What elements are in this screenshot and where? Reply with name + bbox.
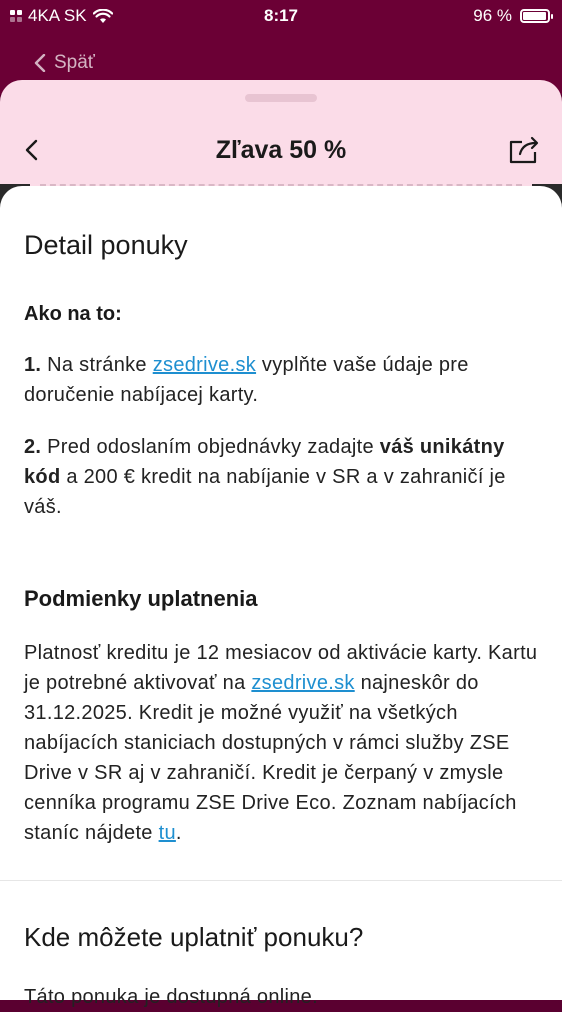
step-2-text-before: Pred odoslaním objednávky zadajte [47,436,374,458]
battery-percent: 96 % [473,6,512,25]
back-label: Späť [54,52,95,73]
conditions-text-2: najneskôr do 31.12.2025. Kredit je možné… [24,672,517,844]
section-divider [0,880,562,881]
sheet-grabber[interactable] [245,94,317,102]
step-1-number: 1. [24,354,42,376]
where-heading: Kde môžete uplatniť ponuku? [24,922,364,952]
status-bar: 4KA SK 8:17 96 % [0,0,562,34]
zsedrive-link[interactable]: zsedrive.sk [153,354,256,376]
stations-link[interactable]: tu [159,822,176,844]
where-text: Táto ponuka je dostupná online. [24,986,318,1008]
conditions-text: Platnosť kreditu je 12 mesiacov od aktiv… [24,638,540,848]
share-button[interactable] [508,134,542,169]
battery-icon [520,9,553,23]
step-2-text-after: a 200 € kredit na nabíjanie v SR a v zah… [24,466,506,518]
offer-detail-card: Detail ponuky Ako na to: 1. Na stránke z… [0,186,562,1008]
share-icon [509,136,539,164]
back-button-underlying[interactable]: Späť [34,52,95,74]
sheet-title: Zľava 50 % [215,136,347,164]
step-1: 1. Na stránke zsedrive.sk vyplňte vaše ú… [24,350,540,410]
chevron-left-icon [34,54,46,72]
conditions-text-3: . [175,822,182,844]
status-right: 96 % [473,6,553,26]
step-2: 2. Pred odoslaním objednávky zadajte váš… [24,432,540,522]
conditions-heading: Podmienky uplatnenia [24,586,258,611]
step-2-number: 2. [24,436,42,458]
detail-heading: Detail ponuky [24,230,188,260]
step-1-text-before: Na stránke [47,354,147,376]
howto-heading: Ako na to: [24,303,122,325]
zsedrive-activation-link[interactable]: zsedrive.sk [251,672,354,694]
